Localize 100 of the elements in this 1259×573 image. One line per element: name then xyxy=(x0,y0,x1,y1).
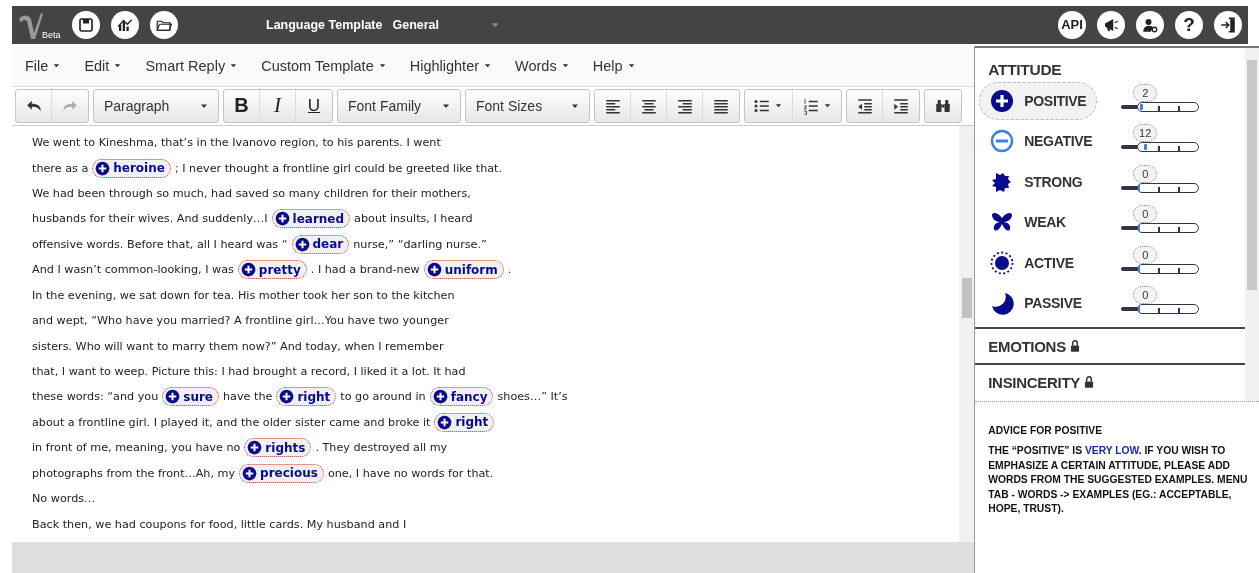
plus-icon xyxy=(990,89,1015,114)
advice-text: THE “POSITIVE” IS VERY LOW. IF YOU WISH TO EMPHASIZE A CERTAIN ATTITUDE, PLEASE ADD WORDS FROM THE SUGGESTED EXAMPLES. MENU TAB - WORDS -> EXAMPLES (EG.: ACCEPTABLE, HOPE, TRUST). xyxy=(988,444,1249,517)
plus-icon xyxy=(240,262,256,278)
highlighted-word[interactable]: uniform xyxy=(423,260,504,280)
indent-icon xyxy=(892,96,910,115)
section-title[interactable]: INSINCERITY xyxy=(988,373,1080,391)
body-text: one, I have no words for that. xyxy=(327,466,494,480)
menu-item[interactable]: File xyxy=(24,53,64,78)
menu-item[interactable]: Words xyxy=(514,53,572,78)
slider-track[interactable] xyxy=(1137,263,1200,274)
menu-item[interactable]: Edit xyxy=(83,53,125,78)
body-text: these words: “and you xyxy=(32,390,159,404)
slider-thumb[interactable] xyxy=(1138,306,1141,312)
help-button[interactable]: ? xyxy=(1175,10,1203,39)
sun-icon xyxy=(990,250,1015,275)
menu-item[interactable]: Help xyxy=(591,53,638,78)
body-text: about a frontline girl. I played it, and the older sister came and broke it xyxy=(32,415,431,429)
body-text: about insults, I heard xyxy=(354,212,473,226)
slider-thumb[interactable] xyxy=(1144,144,1148,151)
count-bubble: 0 xyxy=(1133,164,1158,183)
slider-track[interactable] xyxy=(1137,182,1200,193)
attitude-option[interactable]: POSITIVE xyxy=(979,82,1098,121)
chart-button[interactable] xyxy=(111,10,139,39)
highlighted-word[interactable]: rights xyxy=(244,438,312,458)
body-text: to go around in xyxy=(340,390,426,404)
slider-thumb[interactable] xyxy=(1138,225,1141,232)
count-bubble: 2 xyxy=(1133,84,1158,103)
body-text: . xyxy=(507,263,512,277)
plus-icon xyxy=(242,465,258,481)
menu-item[interactable]: Highlighter xyxy=(408,53,495,78)
highlighted-word[interactable]: right xyxy=(276,387,337,407)
numbered-list-icon xyxy=(801,96,820,115)
body-text: there as a xyxy=(32,161,89,175)
template-select[interactable]: General xyxy=(392,17,440,32)
font-sizes-dropdown[interactable]: Font Sizes xyxy=(466,89,589,122)
highlighted-word[interactable]: heroine xyxy=(92,158,171,178)
scrollbar[interactable] xyxy=(1245,47,1259,401)
plus-icon xyxy=(279,389,295,405)
highlighted-word[interactable]: dear xyxy=(291,234,350,254)
menu-item[interactable]: Smart Reply xyxy=(144,53,241,78)
font-family-dropdown[interactable]: Font Family xyxy=(338,89,460,122)
count-bubble: 12 xyxy=(1133,124,1158,143)
body-text: We went to Kineshma, that’s in the Ivanovo region, to his parents. I went xyxy=(32,136,441,150)
attitude-option[interactable]: WEAK xyxy=(979,203,1098,242)
plus-icon xyxy=(432,389,448,405)
highlighted-word[interactable]: sure xyxy=(162,387,219,407)
body-text: and wept, “Who have you married? A frontline girl…You have two younger xyxy=(32,314,449,328)
highlighted-word[interactable]: learned xyxy=(271,209,351,229)
highlighted-word[interactable]: right xyxy=(434,412,495,432)
body-text: that, I want to weep. Picture this: I had brought a record, I liked it a lot. It had xyxy=(32,365,466,378)
plus-icon xyxy=(274,211,290,227)
body-text: have the xyxy=(223,390,273,404)
slider-track[interactable] xyxy=(1137,142,1200,153)
body-text: sisters. Who will want to marry them now?” And today, when I remember xyxy=(32,339,444,353)
body-text: And I wasn’t common-looking, I was xyxy=(32,263,234,277)
body-text: husbands for their wives. And suddenly…I xyxy=(32,212,268,226)
plus-icon xyxy=(247,440,263,456)
body-text: No words… xyxy=(32,492,96,506)
slider-track[interactable] xyxy=(1137,304,1200,314)
section-title: ATTITUDE xyxy=(987,59,1063,80)
exit-icon xyxy=(1219,15,1237,34)
plus-icon xyxy=(95,160,111,176)
plus-icon xyxy=(165,389,181,405)
body-text: shoes…” It’s xyxy=(497,390,568,404)
section-title[interactable]: EMOTIONS xyxy=(988,337,1066,355)
body-text: in front of me, meaning, you have no xyxy=(32,441,241,455)
attitude-option[interactable]: ACTIVE xyxy=(979,243,1098,282)
highlighted-word[interactable]: pretty xyxy=(237,260,307,280)
body-text: . They destroyed all my xyxy=(315,441,448,455)
bold-button[interactable]: B xyxy=(224,89,260,122)
user-settings-button[interactable] xyxy=(1136,10,1164,39)
beta-label: Beta xyxy=(42,29,61,40)
slider-thumb[interactable] xyxy=(1138,265,1141,272)
open-button[interactable] xyxy=(150,10,178,39)
plus-icon xyxy=(437,414,453,430)
slider-thumb[interactable] xyxy=(1138,184,1141,191)
italic-button[interactable]: I xyxy=(260,89,296,122)
underline-button[interactable]: U xyxy=(296,89,332,122)
slider-thumb[interactable] xyxy=(1139,104,1143,111)
highlighted-word[interactable]: precious xyxy=(239,463,324,483)
attitude-option[interactable]: NEGATIVE xyxy=(979,122,1098,161)
attitude-option[interactable]: STRONG xyxy=(979,162,1098,201)
slider-track[interactable] xyxy=(1137,102,1200,113)
body-text: Back then, we had coupons for food, little cards. My husband and I xyxy=(32,517,407,531)
highlighted-word[interactable]: fancy xyxy=(429,387,494,407)
slider-track[interactable] xyxy=(1137,223,1200,234)
body-text: In the evening, we sat down for tea. His mother took her son to the kitchen xyxy=(32,288,455,302)
api-button[interactable]: API xyxy=(1058,10,1086,39)
menu-item[interactable]: Custom Template xyxy=(260,53,389,78)
attitude-option[interactable]: PASSIVE xyxy=(979,284,1098,322)
megaphone-button[interactable] xyxy=(1097,10,1125,39)
paragraph-dropdown[interactable]: Paragraph xyxy=(94,89,218,122)
advice-title: ADVICE FOR POSITIVE xyxy=(988,423,1104,438)
count-bubble: 0 xyxy=(1133,205,1158,224)
save-button[interactable] xyxy=(72,10,100,39)
count-bubble: 0 xyxy=(1133,286,1158,304)
exit-button[interactable] xyxy=(1214,10,1242,39)
body-text: photographs from the front…Ah, my xyxy=(32,466,236,480)
body-text: nurse,” “darling nurse.” xyxy=(353,237,487,251)
scrollbar[interactable] xyxy=(959,125,975,542)
